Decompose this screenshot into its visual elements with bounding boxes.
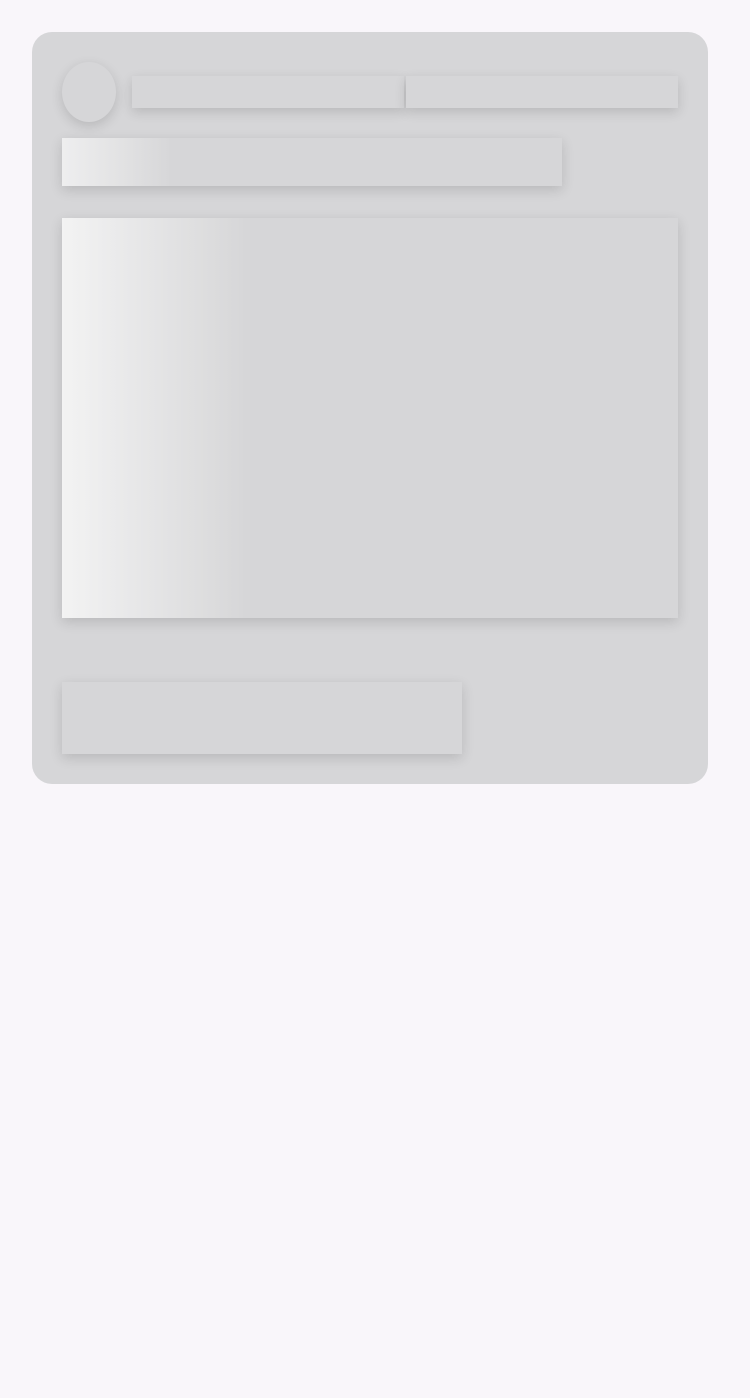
avatar-placeholder bbox=[62, 62, 116, 122]
action-placeholder bbox=[62, 682, 462, 754]
media-placeholder bbox=[62, 218, 678, 618]
loading-card bbox=[32, 32, 708, 784]
header-line-placeholder bbox=[132, 76, 404, 108]
header-line-placeholder bbox=[406, 76, 678, 108]
title-placeholder bbox=[62, 138, 562, 186]
